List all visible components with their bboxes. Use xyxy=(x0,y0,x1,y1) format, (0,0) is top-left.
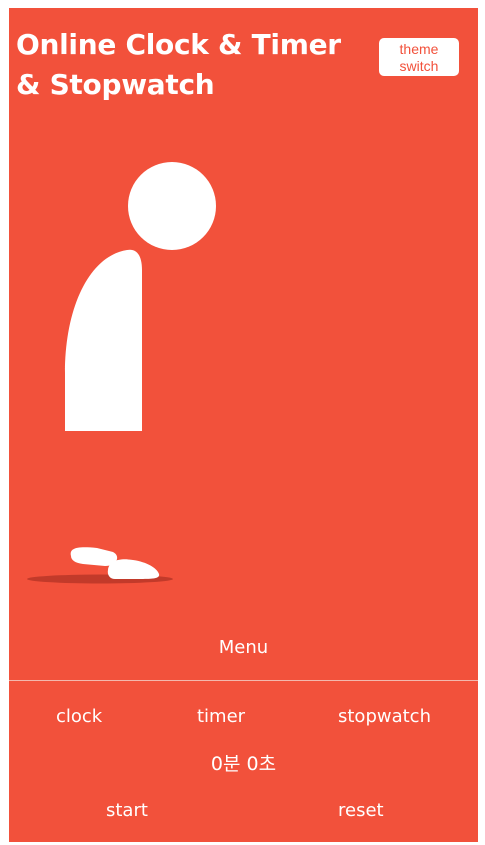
start-button[interactable]: start xyxy=(106,798,148,824)
tab-clock[interactable]: clock xyxy=(56,704,102,730)
tab-timer[interactable]: timer xyxy=(197,704,245,730)
figure-shoe-back xyxy=(70,547,118,566)
app-container: Online Clock & Timer & Stopwatch theme s… xyxy=(9,8,478,842)
time-readout: 0분 0초 xyxy=(210,753,277,775)
figure-shoe-front xyxy=(107,559,160,579)
figure-head xyxy=(128,162,216,250)
menu-label: Menu xyxy=(218,637,269,658)
menu-divider xyxy=(9,680,478,681)
reset-button[interactable]: reset xyxy=(338,798,384,824)
tab-stopwatch[interactable]: stopwatch xyxy=(338,704,431,730)
bowing-figure-illustration xyxy=(27,162,216,584)
figure-body xyxy=(65,249,142,431)
